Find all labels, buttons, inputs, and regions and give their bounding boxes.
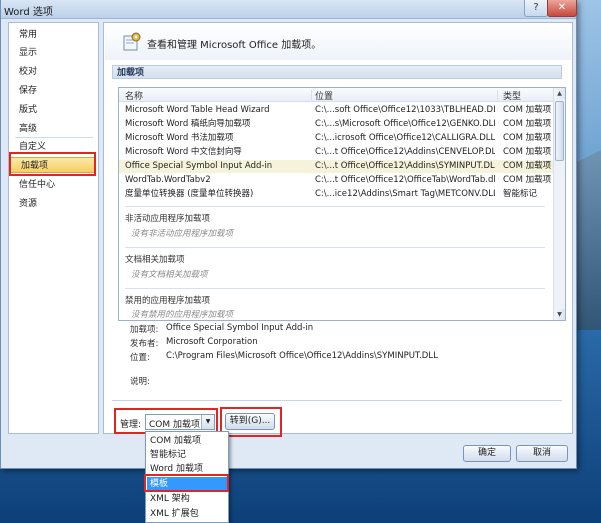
table-row-selected[interactable]: Office Special Symbol Input Add-in C:\..… — [119, 160, 553, 173]
addin-location: C:\...soft Office\Office12\1033\TBLHEAD.… — [315, 105, 495, 115]
group-title-disabled: 禁用的应用程序加载项 — [125, 296, 211, 306]
help-button[interactable]: ? — [524, 0, 548, 17]
detail-location-value: C:\Program Files\Microsoft Office\Office… — [166, 351, 438, 361]
addin-location: C:\...ice12\Addins\Smart Tag\METCONV.DLL — [315, 189, 495, 199]
detail-location-label: 位置: — [130, 353, 150, 363]
cancel-button[interactable]: 取消 — [516, 445, 568, 462]
list-header: 名称 位置 类型 — [119, 88, 553, 102]
col-location-header[interactable]: 位置 — [315, 89, 333, 102]
col-divider — [497, 90, 498, 100]
list-scrollbar[interactable]: ▲ ▼ — [553, 88, 565, 320]
detail-publisher-label: 发布者: — [130, 339, 159, 349]
addin-location: C:\...icrosoft Office\Office12\CALLIGRA.… — [315, 133, 495, 143]
addin-type: COM 加载项 — [503, 133, 552, 143]
window-title: Word 选项 — [4, 7, 53, 18]
addin-name: Microsoft Word 稿纸向导加载项 — [125, 119, 251, 129]
panel-divider — [112, 400, 562, 401]
close-button[interactable]: ✕ — [547, 0, 577, 17]
col-name-header[interactable]: 名称 — [125, 89, 143, 102]
scroll-up-icon[interactable]: ▲ — [554, 88, 565, 99]
col-type-header[interactable]: 类型 — [503, 89, 521, 102]
dropdown-option-xml-expansion[interactable]: XML 扩展包 — [147, 507, 227, 521]
scroll-down-icon[interactable]: ▼ — [554, 309, 565, 320]
detail-addin-label: 加载项: — [130, 325, 159, 335]
table-row[interactable]: Microsoft Word Table Head Wizard C:\...s… — [119, 104, 553, 117]
addins-highlight-box — [9, 152, 96, 176]
group-empty-document: 没有文档相关加载项 — [131, 270, 208, 280]
addin-type: COM 加载项 — [503, 147, 552, 157]
sidebar-item-common[interactable]: 常用 — [9, 27, 98, 43]
addin-type: COM 加载项 — [503, 161, 552, 171]
title-bar[interactable]: Word 选项 ? ✕ — [1, 0, 577, 19]
sidebar-item-display[interactable]: 显示 — [9, 45, 98, 61]
ok-button[interactable]: 确定 — [463, 445, 511, 462]
addin-name: Office Special Symbol Input Add-in — [125, 161, 273, 171]
sidebar-item-advanced[interactable]: 高级 — [9, 121, 98, 137]
group-empty-inactive: 没有非活动应用程序加载项 — [131, 229, 234, 239]
dropdown-option-smart-tags[interactable]: 智能标记 — [147, 448, 227, 462]
group-title-inactive: 非活动应用程序加载项 — [125, 214, 211, 224]
addin-name: Microsoft Word 书法加载项 — [125, 133, 234, 143]
addin-name: WordTab.WordTabv2 — [125, 175, 211, 185]
sidebar-item-save[interactable]: 保存 — [9, 83, 98, 99]
addin-location: C:\...t Office\Office12\OfficeTab\WordTa… — [315, 175, 495, 185]
table-row[interactable]: 度量单位转换器 (度量单位转换器) C:\...ice12\Addins\Sma… — [119, 188, 553, 201]
sidebar-item-resources[interactable]: 资源 — [9, 196, 98, 212]
addin-name: Microsoft Word Table Head Wizard — [125, 105, 270, 115]
sidebar-item-proofing[interactable]: 校对 — [9, 64, 98, 80]
table-row[interactable]: Microsoft Word 书法加载项 C:\...icrosoft Offi… — [119, 132, 553, 145]
sidebar-divider — [15, 137, 93, 138]
detail-publisher-value: Microsoft Corporation — [166, 337, 258, 347]
options-sidebar: 常用 显示 校对 保存 版式 高级 自定义 加载项 信任中心 资源 — [8, 22, 99, 434]
addins-list[interactable]: 名称 位置 类型 Microsoft Word Table Head Wizar… — [118, 87, 566, 321]
addins-gear-icon — [123, 32, 141, 51]
sidebar-item-layout[interactable]: 版式 — [9, 102, 98, 118]
sidebar-item-trust-center[interactable]: 信任中心 — [9, 177, 98, 193]
table-row[interactable]: WordTab.WordTabv2 C:\...t Office\Office1… — [119, 174, 553, 187]
group-divider — [125, 206, 545, 207]
help-icon: ? — [533, 2, 539, 13]
addin-name: Microsoft Word 中文信封向导 — [125, 147, 242, 157]
addin-location: C:\...t Office\Office12\Addins\CENVELOP.… — [315, 147, 495, 157]
table-row[interactable]: Microsoft Word 稿纸向导加载项 C:\...s\Microsoft… — [119, 118, 553, 131]
close-icon: ✕ — [557, 2, 567, 13]
addin-location: C:\...s\Microsoft Office\Office12\GENKO.… — [315, 119, 495, 129]
dropdown-option-com-addins[interactable]: COM 加载项 — [147, 434, 227, 448]
addin-type: COM 加载项 — [503, 119, 552, 129]
table-row[interactable]: Microsoft Word 中文信封向导 C:\...t Office\Off… — [119, 146, 553, 159]
go-button-highlight-box — [220, 407, 282, 437]
panel-header: 查看和管理 Microsoft Office 加载项。 — [105, 24, 571, 60]
dropdown-option-xml-schema[interactable]: XML 架构 — [147, 492, 227, 506]
group-divider — [125, 247, 545, 248]
scroll-thumb[interactable] — [555, 101, 564, 161]
panel-header-text: 查看和管理 Microsoft Office 加载项。 — [147, 40, 322, 51]
addin-type: 智能标记 — [503, 189, 538, 199]
detail-description-label: 说明: — [130, 377, 150, 387]
addin-type: COM 加载项 — [503, 105, 552, 115]
templates-highlight-box — [144, 474, 229, 492]
group-title-document: 文档相关加载项 — [125, 255, 185, 265]
word-options-dialog: Word 选项 ? ✕ 常用 显示 校对 保存 版式 高级 自定义 加载项 信任… — [0, 0, 577, 469]
detail-addin-value: Office Special Symbol Input Add-in — [166, 323, 314, 333]
group-empty-disabled: 没有禁用的应用程序加载项 — [131, 310, 234, 320]
addins-panel: 查看和管理 Microsoft Office 加载项。 加载项 名称 位置 类型… — [103, 22, 573, 434]
addin-location: C:\...t Office\Office12\Addins\SYMINPUT.… — [315, 161, 495, 171]
group-divider — [125, 288, 545, 289]
addin-name: 度量单位转换器 (度量单位转换器) — [125, 189, 254, 199]
addins-section-title: 加载项 — [112, 65, 562, 79]
addin-type: COM 加载项 — [503, 175, 552, 185]
col-divider — [311, 90, 312, 100]
